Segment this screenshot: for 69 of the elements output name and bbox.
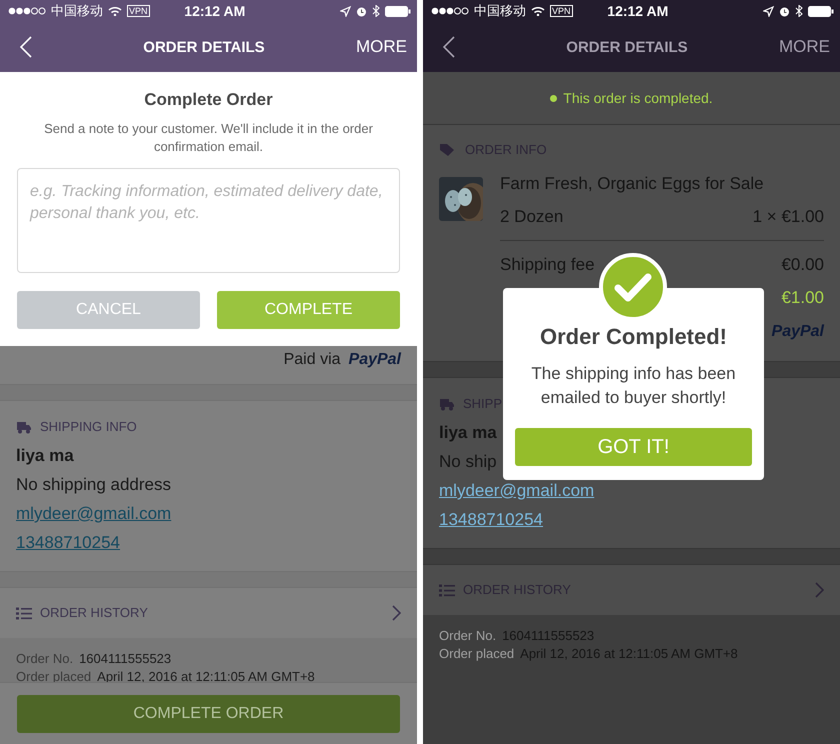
screen-title: ORDER DETAILS	[142, 38, 266, 56]
cancel-button[interactable]: CANCEL	[17, 291, 200, 329]
got-it-button[interactable]: GOT IT!	[515, 428, 752, 466]
meta-label: Order No.	[16, 650, 74, 668]
truck-icon	[439, 398, 455, 410]
dialog-title: Order Completed!	[540, 323, 728, 351]
location-icon	[340, 6, 351, 16]
carrier-name: 中国移动	[51, 2, 103, 20]
meta-label: Order No.	[439, 627, 496, 645]
more-button[interactable]: MORE	[779, 37, 830, 57]
status-time: 12:12 AM	[183, 3, 246, 19]
alarm-icon	[356, 6, 367, 16]
customer-name: liya ma	[16, 445, 74, 467]
list-icon	[439, 584, 455, 596]
back-icon	[443, 36, 455, 58]
wifi-icon	[108, 6, 122, 16]
signal-icon	[431, 7, 469, 15]
shipping-address: No shipping address	[16, 474, 171, 496]
total-value: €1.00	[781, 287, 824, 309]
fee-label: Shipping fee	[500, 254, 595, 276]
meta-label: Order placed	[439, 645, 514, 663]
payment-logo: PayPal	[348, 350, 401, 370]
email-link[interactable]: mlydeer@gmail.com	[16, 499, 172, 528]
vpn-badge: VPN	[127, 5, 150, 17]
note-field[interactable]: e.g. Tracking information, estimated delivery date, personal thank you, etc.	[17, 168, 400, 273]
carrier-name: 中国移动	[474, 2, 526, 20]
screen-title: ORDER DETAILS	[565, 38, 689, 56]
bluetooth-icon	[795, 5, 803, 17]
battery-icon	[385, 6, 411, 16]
wifi-icon	[531, 6, 545, 16]
product-price: 1 × €1.00	[752, 206, 824, 228]
vpn-badge: VPN	[550, 5, 573, 17]
section-title: SHIPPING INFO	[40, 418, 137, 436]
tag-icon	[439, 143, 457, 157]
back-button[interactable]	[443, 36, 455, 58]
payment-label: Paid via	[284, 350, 341, 370]
truck-icon	[16, 420, 32, 434]
alarm-icon	[779, 6, 790, 16]
chevron-right-icon	[815, 582, 824, 598]
email-link[interactable]: mlydeer@gmail.com	[439, 476, 594, 505]
phone-link[interactable]: 13488710254	[16, 528, 120, 557]
meta-value: April 12, 2016 at 12:11:05 AM GMT+8	[97, 668, 315, 686]
payment-logo: PayPal	[772, 322, 824, 342]
signal-icon	[8, 7, 46, 15]
order-history-row[interactable]: ORDER HISTORY	[0, 588, 417, 638]
location-icon	[763, 6, 774, 16]
more-button[interactable]: MORE	[356, 37, 407, 57]
shipping-address: No ship	[439, 451, 497, 473]
phone-link[interactable]: 13488710254	[439, 505, 544, 534]
fee-value: €0.00	[781, 254, 824, 276]
customer-name: liya ma	[439, 422, 497, 444]
status-message: This order is completed.	[563, 90, 713, 106]
status-dot-icon	[550, 94, 558, 102]
section-title: ORDER HISTORY	[40, 604, 148, 622]
dialog-message: The shipping info has been emailed to buyer shortly!	[530, 363, 737, 409]
bluetooth-icon	[372, 5, 380, 17]
chevron-right-icon	[392, 605, 401, 621]
meta-label: Order placed	[16, 668, 92, 686]
back-icon	[20, 36, 32, 58]
status-time: 12:12 AM	[606, 3, 670, 19]
sheet-description: Send a note to your customer. We'll include it in the order confirmation email.	[43, 120, 374, 156]
product-variant: 2 Dozen	[500, 206, 564, 228]
list-icon	[16, 606, 32, 620]
meta-value: 1604111555523	[79, 650, 172, 668]
battery-icon	[808, 6, 834, 16]
complete-button[interactable]: COMPLETE	[217, 291, 400, 329]
sheet-title: Complete Order	[143, 89, 274, 111]
complete-order-button[interactable]: COMPLETE ORDER	[17, 695, 400, 733]
product-title: Farm Fresh, Organic Eggs for Sale	[500, 173, 765, 195]
